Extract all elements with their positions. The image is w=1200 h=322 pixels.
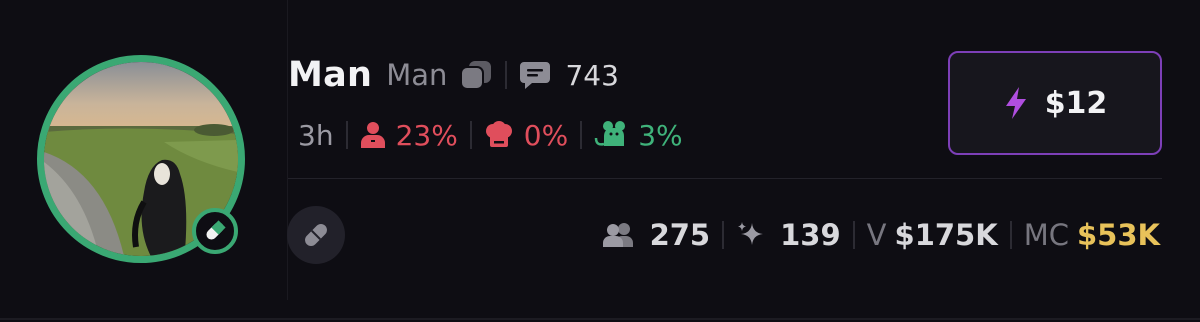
lightning-icon (1005, 87, 1026, 119)
volume-value: $175K (894, 218, 998, 252)
token-card[interactable]: Man Man 743 3h 23% 0% 3% $12 275 139 V $… (0, 0, 1200, 322)
separator (580, 121, 583, 149)
separator (852, 221, 855, 249)
pill-icon (305, 224, 327, 246)
separator (722, 221, 725, 249)
metrics-row: 3h 23% 0% 3% (298, 112, 683, 158)
separator (469, 121, 472, 149)
reply-count: 743 (565, 58, 619, 92)
snipers-stat: 3% (594, 118, 683, 152)
left-divider (287, 0, 288, 300)
quick-buy-button[interactable]: $12 (948, 51, 1162, 155)
volume-stat: V $175K (867, 218, 998, 252)
volume-label: V (866, 218, 887, 252)
token-name: Man (288, 55, 373, 95)
holders-count: 275 (649, 218, 711, 252)
comment-icon (519, 60, 551, 90)
market-cap-value: $53K (1076, 218, 1160, 252)
top-holders-percent: 23% (395, 118, 458, 152)
section-divider (288, 178, 1162, 179)
rat-icon (594, 120, 628, 150)
snipers-percent: 3% (638, 118, 683, 152)
separator (505, 61, 508, 89)
separator (345, 121, 348, 149)
pill-badge (192, 208, 238, 254)
pill-button[interactable] (287, 206, 345, 264)
market-cap-label: MC (1023, 218, 1069, 252)
user-icon (360, 121, 386, 149)
chef-hat-icon (484, 121, 514, 149)
token-ticker: Man (386, 58, 448, 92)
dev-holding-stat: 0% (484, 119, 568, 152)
dev-holding-percent: 0% (523, 118, 569, 152)
top-holders-stat: 23% (360, 119, 458, 152)
copy-icon[interactable] (459, 60, 493, 90)
stats-row: 275 139 V $175K MC $53K (602, 212, 1160, 258)
quick-buy-amount: $12 (1044, 85, 1108, 121)
token-age: 3h (298, 118, 334, 152)
pro-traders-count: 139 (780, 218, 841, 252)
pro-traders-stat: 139 (736, 218, 841, 252)
market-cap-stat: MC $53K (1024, 218, 1160, 252)
sparkle-icon (736, 220, 766, 250)
users-icon (602, 222, 636, 248)
holders-stat: 275 (602, 218, 711, 252)
separator (1009, 221, 1012, 249)
bottom-border (0, 318, 1200, 320)
pill-icon (206, 220, 226, 240)
title-row: Man Man 743 (288, 52, 619, 98)
